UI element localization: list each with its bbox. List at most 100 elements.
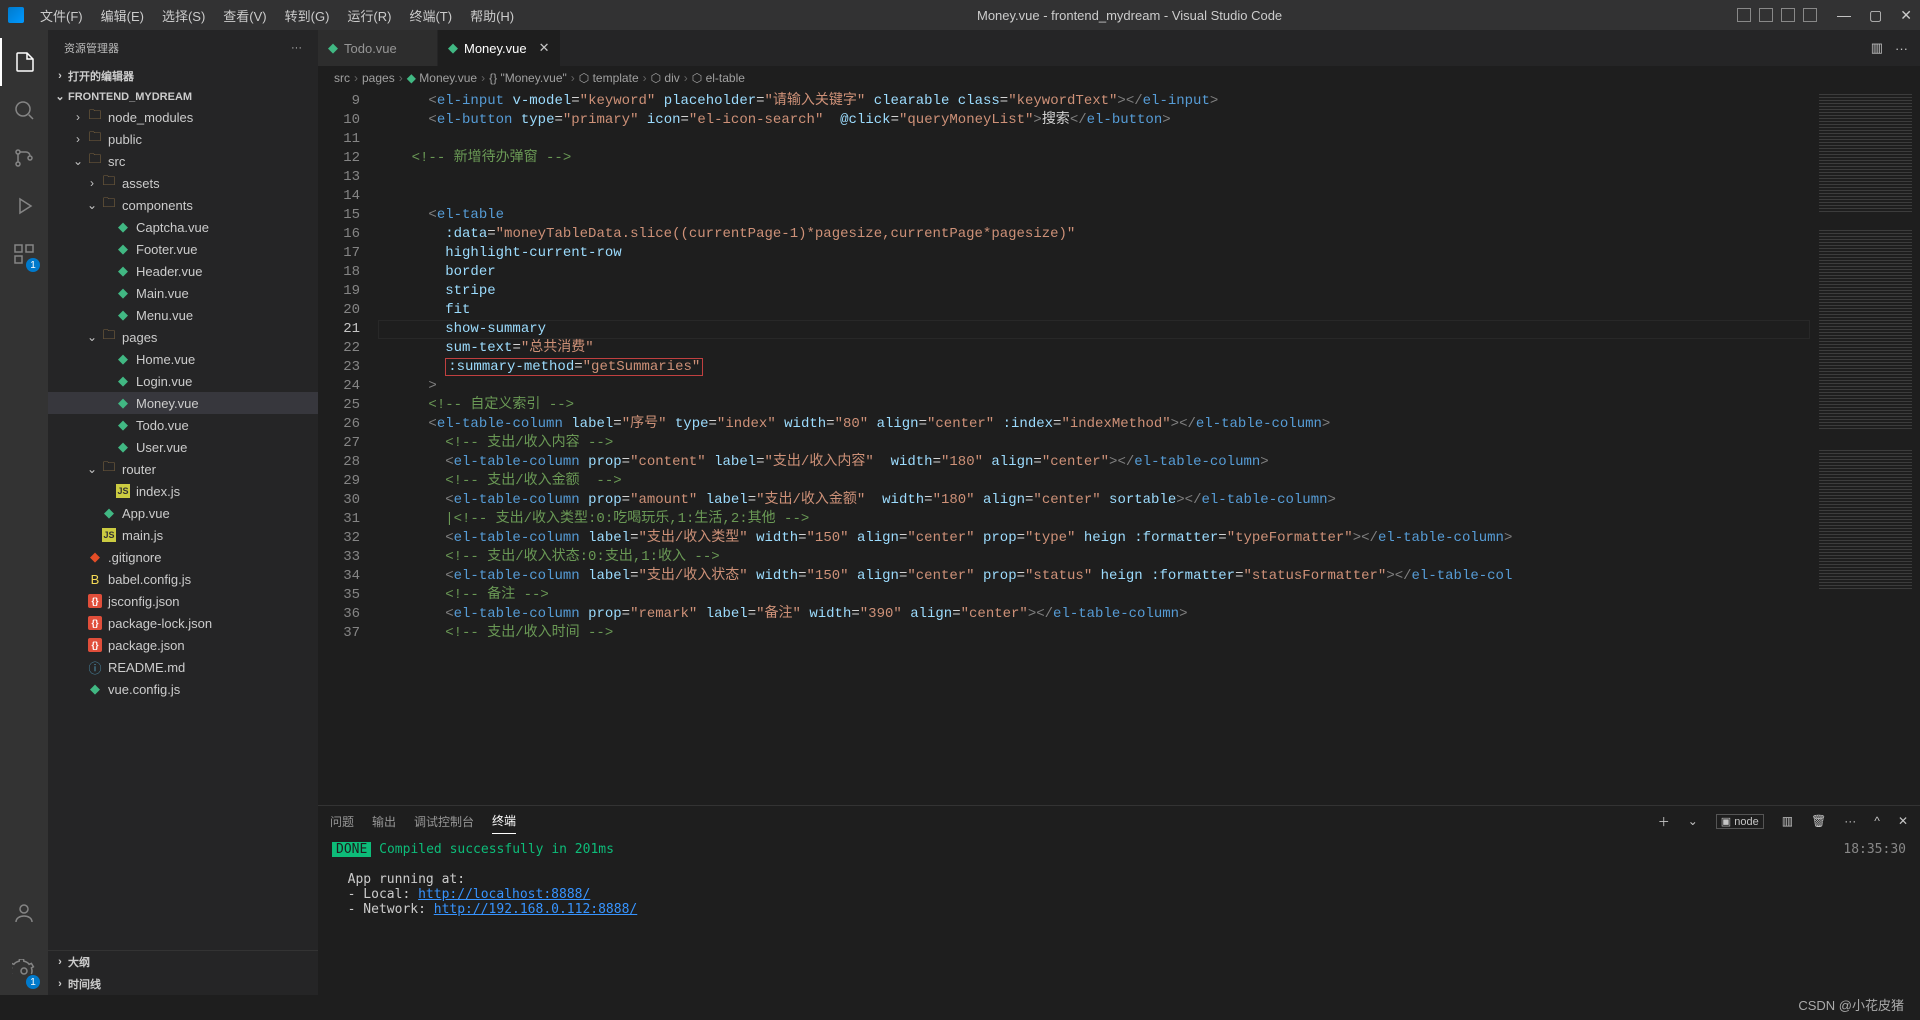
menu-item[interactable]: 选择(S) — [154, 2, 213, 29]
terminal-output[interactable]: 18:35:30 DONE Compiled successfully in 2… — [318, 836, 1920, 995]
settings-badge: 1 — [26, 975, 40, 989]
menu-item[interactable]: 编辑(E) — [93, 2, 152, 29]
tree-item[interactable]: ◆Login.vue — [48, 370, 318, 392]
tree-item[interactable]: {}jsconfig.json — [48, 590, 318, 612]
terminal-profile-label[interactable]: ▣ node — [1716, 814, 1764, 829]
close-tab-icon[interactable]: ✕ — [539, 40, 550, 56]
window-title: Money.vue - frontend_mydream - Visual St… — [522, 8, 1737, 23]
search-icon[interactable] — [0, 86, 48, 134]
menu-item[interactable]: 转到(G) — [277, 2, 338, 29]
minimize-button[interactable]: — — [1837, 7, 1851, 23]
tree-item[interactable]: ›🗀node_modules — [48, 106, 318, 128]
editor-area: ◆Todo.vue◆Money.vue✕ ▥ ··· src›pages›◆ M… — [318, 30, 1920, 995]
minimap[interactable] — [1810, 90, 1920, 805]
maximize-panel-icon[interactable]: ^ — [1874, 814, 1880, 828]
tree-item[interactable]: JSmain.js — [48, 524, 318, 546]
tree-item[interactable]: ◆App.vue — [48, 502, 318, 524]
tree-item[interactable]: ◆User.vue — [48, 436, 318, 458]
sidebar-title: 资源管理器 — [64, 40, 119, 56]
line-gutter: 9101112131415161718192021222324252627282… — [318, 90, 378, 805]
tree-item[interactable]: ◆Footer.vue — [48, 238, 318, 260]
tree-item[interactable]: ⌄🗀router — [48, 458, 318, 480]
code-content[interactable]: <el-input v-model="keyword" placeholder=… — [378, 90, 1810, 805]
file-tree: ›🗀node_modules›🗀public⌄🗀src›🗀assets⌄🗀com… — [48, 106, 318, 700]
editor-tab[interactable]: ◆Todo.vue — [318, 30, 438, 66]
editor-tab[interactable]: ◆Money.vue✕ — [438, 30, 561, 66]
accounts-icon[interactable] — [0, 889, 48, 937]
panel-tab[interactable]: 输出 — [372, 809, 396, 834]
tree-item[interactable]: ◆Main.vue — [48, 282, 318, 304]
title-bar: 文件(F)编辑(E)选择(S)查看(V)转到(G)运行(R)终端(T)帮助(H)… — [0, 0, 1920, 30]
tree-item[interactable]: Bbabel.config.js — [48, 568, 318, 590]
local-url-link[interactable]: http://localhost:8888/ — [418, 887, 590, 902]
tree-item[interactable]: {}package-lock.json — [48, 612, 318, 634]
new-terminal-icon[interactable]: ＋ — [1658, 813, 1670, 830]
close-button[interactable]: ✕ — [1900, 7, 1912, 24]
breadcrumb-item[interactable]: ◆ Money.vue — [407, 71, 477, 85]
breadcrumb-item[interactable]: src — [334, 71, 350, 85]
vscode-logo-icon — [8, 7, 24, 23]
timeline-section[interactable]: ›时间线 — [48, 973, 318, 995]
more-actions-icon[interactable]: ··· — [1895, 41, 1908, 56]
tree-item[interactable]: ⌄🗀pages — [48, 326, 318, 348]
network-url-link[interactable]: http://192.168.0.112:8888/ — [434, 902, 638, 917]
split-editor-icon[interactable]: ▥ — [1871, 40, 1883, 56]
sidebar-more-icon[interactable]: ··· — [291, 42, 302, 54]
extensions-badge: 1 — [26, 258, 40, 272]
tree-item[interactable]: {}package.json — [48, 634, 318, 656]
tree-item[interactable]: ◆Money.vue — [48, 392, 318, 414]
run-debug-icon[interactable] — [0, 182, 48, 230]
sidebar-explorer: 资源管理器 ··· ›打开的编辑器 ⌄FRONTEND_MYDREAM ›🗀no… — [48, 30, 318, 995]
close-panel-icon[interactable]: ✕ — [1898, 814, 1908, 828]
menu-bar: 文件(F)编辑(E)选择(S)查看(V)转到(G)运行(R)终端(T)帮助(H) — [32, 2, 522, 29]
open-editors-section[interactable]: ›打开的编辑器 — [48, 65, 318, 87]
kill-terminal-icon[interactable]: 🗑 — [1811, 814, 1826, 828]
panel-more-icon[interactable]: ··· — [1844, 814, 1856, 828]
done-badge: DONE — [332, 842, 371, 857]
tree-item[interactable]: ◆Menu.vue — [48, 304, 318, 326]
project-root-section[interactable]: ⌄FRONTEND_MYDREAM — [48, 87, 318, 106]
source-control-icon[interactable] — [0, 134, 48, 182]
panel-tab[interactable]: 终端 — [492, 808, 516, 834]
tree-item[interactable]: ◆Todo.vue — [48, 414, 318, 436]
tree-item[interactable]: ›🗀assets — [48, 172, 318, 194]
breadcrumb[interactable]: src›pages›◆ Money.vue›{} "Money.vue"›⬡ t… — [318, 66, 1920, 90]
panel-tab[interactable]: 问题 — [330, 809, 354, 834]
menu-item[interactable]: 查看(V) — [215, 2, 274, 29]
tree-item[interactable]: ›🗀public — [48, 128, 318, 150]
breadcrumb-item[interactable]: pages — [362, 71, 395, 85]
tree-item[interactable]: ◆vue.config.js — [48, 678, 318, 700]
editor-tabs: ◆Todo.vue◆Money.vue✕ ▥ ··· — [318, 30, 1920, 66]
extensions-icon[interactable]: 1 — [0, 230, 48, 278]
code-editor[interactable]: 9101112131415161718192021222324252627282… — [318, 90, 1920, 805]
bottom-panel: 问题输出调试控制台终端 ＋ ⌄ ▣ node ▥ 🗑 ··· ^ ✕ 18:35… — [318, 805, 1920, 995]
breadcrumb-item[interactable]: ⬡ el-table — [692, 71, 745, 85]
watermark: CSDN @小花皮猪 — [1798, 995, 1904, 1014]
tree-item[interactable]: ⓘREADME.md — [48, 656, 318, 678]
settings-gear-icon[interactable]: 1 — [0, 947, 48, 995]
tree-item[interactable]: ⌄🗀components — [48, 194, 318, 216]
outline-section[interactable]: ›大纲 — [48, 950, 318, 973]
terminal-dropdown-icon[interactable]: ⌄ — [1688, 814, 1698, 828]
panel-tabs: 问题输出调试控制台终端 ＋ ⌄ ▣ node ▥ 🗑 ··· ^ ✕ — [318, 806, 1920, 836]
breadcrumb-item[interactable]: {} "Money.vue" — [489, 71, 567, 85]
menu-item[interactable]: 运行(R) — [339, 2, 399, 29]
maximize-button[interactable]: ▢ — [1869, 7, 1882, 24]
tree-item[interactable]: ◆Captcha.vue — [48, 216, 318, 238]
split-terminal-icon[interactable]: ▥ — [1782, 814, 1793, 828]
layout-controls[interactable] — [1737, 8, 1817, 22]
activity-bar: 1 1 — [0, 30, 48, 995]
tree-item[interactable]: ◆Header.vue — [48, 260, 318, 282]
breadcrumb-item[interactable]: ⬡ div — [651, 71, 680, 85]
explorer-icon[interactable] — [0, 38, 48, 86]
tree-item[interactable]: ⌄🗀src — [48, 150, 318, 172]
tree-item[interactable]: ◆Home.vue — [48, 348, 318, 370]
menu-item[interactable]: 终端(T) — [401, 2, 460, 29]
breadcrumb-item[interactable]: ⬡ template — [579, 71, 639, 85]
panel-tab[interactable]: 调试控制台 — [414, 809, 474, 834]
menu-item[interactable]: 文件(F) — [32, 2, 91, 29]
menu-item[interactable]: 帮助(H) — [462, 2, 522, 29]
terminal-timestamp: 18:35:30 — [1843, 842, 1906, 857]
tree-item[interactable]: ◆.gitignore — [48, 546, 318, 568]
tree-item[interactable]: JSindex.js — [48, 480, 318, 502]
